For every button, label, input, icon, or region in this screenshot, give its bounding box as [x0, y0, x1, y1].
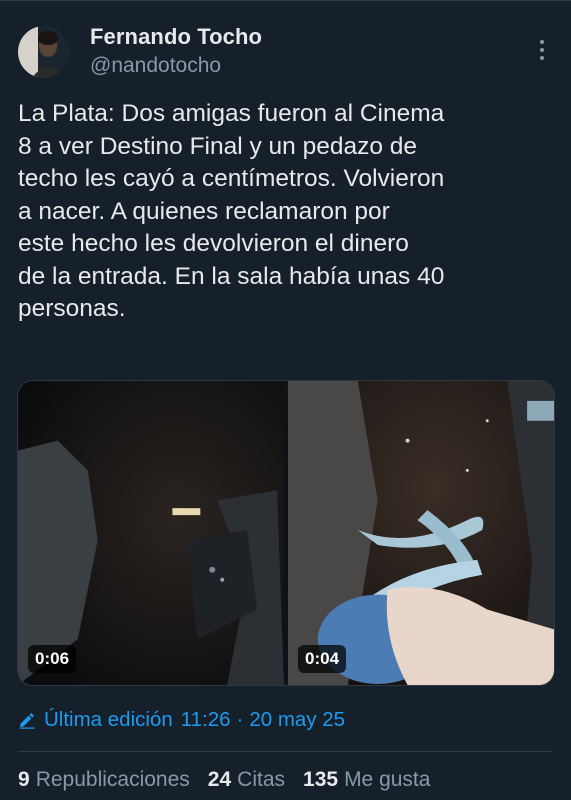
edit-history-link[interactable]: Última edición 11:26 · 20 may 25: [18, 706, 345, 734]
quotes-count: 24: [207, 768, 232, 791]
tweet-text: La Plata: Dos amigas fueron al Cinema 8 …: [18, 100, 445, 322]
edited-separator: ·: [236, 708, 244, 731]
edited-label: Última edición: [44, 708, 173, 731]
author-handle[interactable]: @nandotocho: [90, 54, 221, 78]
stats-divider: [18, 751, 553, 752]
reposts-label: Republicaciones: [35, 768, 190, 791]
likes-stat[interactable]: 135 Me gusta: [303, 768, 430, 792]
quotes-stat[interactable]: 24 Citas: [208, 768, 285, 792]
more-vertical-icon[interactable]: [532, 36, 552, 64]
reposts-stat[interactable]: 9 Republicaciones: [18, 768, 190, 792]
video-duration-2: 0:04: [298, 645, 347, 673]
video-duration-1: 0:06: [28, 645, 77, 673]
avatar[interactable]: [18, 26, 70, 78]
edited-time: 11:26: [180, 708, 231, 731]
likes-count: 135: [303, 768, 339, 791]
author-name[interactable]: Fernando Tocho: [90, 24, 262, 50]
quotes-label: Citas: [237, 768, 286, 791]
engagement-stats: 9 Republicaciones 24 Citas 135 Me gusta: [18, 768, 430, 792]
likes-label: Me gusta: [344, 768, 431, 791]
media-grid: 0:06 0:04: [17, 380, 555, 686]
top-divider: [0, 0, 571, 1]
reposts-count: 9: [18, 768, 30, 791]
pencil-icon: [19, 713, 35, 729]
tweet-header: Fernando Tocho @nandotocho: [18, 22, 558, 82]
edited-date: 20 may 25: [249, 708, 346, 731]
video-thumbnail-1[interactable]: 0:06: [18, 381, 284, 685]
video-thumbnail-2[interactable]: 0:04: [288, 381, 554, 685]
